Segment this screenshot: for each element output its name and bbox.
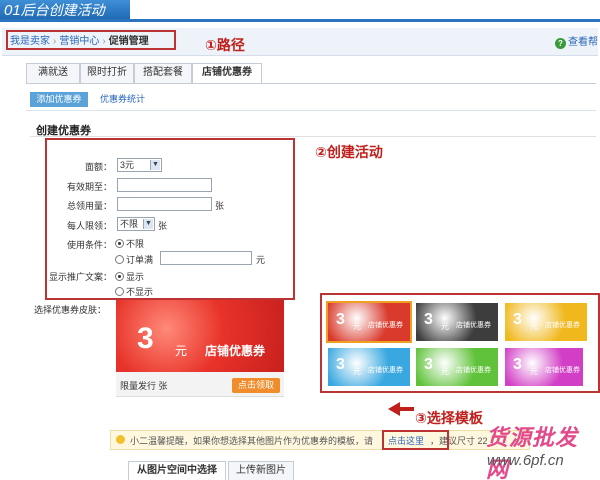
tab-bundle[interactable]: 搭配套餐	[134, 63, 192, 83]
tab-upload-image[interactable]: 上传新图片	[228, 461, 294, 480]
amount-value: 3元	[120, 160, 135, 170]
coupon-preview-caption: 店铺优惠券	[205, 344, 266, 358]
chevron-down-icon: ▼	[150, 160, 160, 170]
skin-thumbnail[interactable]: 3 元店铺优惠券	[505, 348, 583, 386]
skin-thumbnail-unit: 元	[530, 367, 538, 376]
skin-thumbnail-unit: 元	[441, 322, 449, 331]
arrow-shaft	[398, 407, 414, 411]
skin-thumbnail-caption: 店铺优惠券	[456, 322, 491, 329]
annotation-create: ②创建活动	[315, 144, 383, 160]
annotation-box-path	[6, 30, 176, 50]
tab-full-gift[interactable]: 满就送	[26, 63, 80, 83]
annotation-box-tip	[382, 430, 449, 450]
amount-label: 面额：	[84, 162, 112, 172]
skin-thumbnail[interactable]: 3 元店铺优惠券	[416, 303, 498, 341]
skin-thumbnail-caption: 店铺优惠券	[368, 367, 403, 374]
skin-thumbnail-caption: 店铺优惠券	[545, 367, 580, 374]
per-person-label: 每人限领：	[66, 221, 112, 231]
tab-image-space[interactable]: 从图片空间中选择	[128, 461, 226, 480]
skin-thumbnail-unit: 元	[353, 322, 361, 331]
help-label: 查看帮	[568, 37, 598, 48]
expiry-input[interactable]	[117, 178, 212, 192]
skin-thumbnail[interactable]: 3 元店铺优惠券	[328, 348, 410, 386]
watermark-title: 货源批发网	[486, 425, 579, 480]
skin-thumbnail-unit: 元	[530, 322, 538, 331]
watermark-url: www.6pf.cn	[487, 452, 564, 469]
expiry-label: 有效期至：	[66, 182, 112, 192]
coupon-preview-unit: 元	[175, 344, 188, 358]
skin-thumbnail-number: 3	[513, 311, 522, 328]
skin-thumbnail-caption: 店铺优惠券	[545, 322, 580, 329]
page-banner: 01后台创建活动	[0, 0, 130, 20]
skin-thumbnail-caption: 店铺优惠券	[456, 367, 491, 374]
total-label: 总领用量：	[66, 201, 112, 211]
per-person-value: 不限	[120, 219, 139, 229]
tab-divider	[26, 83, 596, 84]
skin-thumbnail-caption: 店铺优惠券	[368, 322, 403, 329]
skin-thumbnail-unit: 元	[441, 367, 449, 376]
lightbulb-icon	[116, 435, 125, 444]
condition-option-min-order-label: 订单满	[126, 255, 154, 265]
claim-button[interactable]: 点击领取	[232, 378, 280, 393]
skin-thumbnail-number: 3	[424, 356, 433, 373]
coupon-preview-number: 3	[137, 322, 154, 355]
subtab-coupon-stats[interactable]: 优惠券统计	[100, 92, 145, 107]
skin-thumbnail[interactable]: 3 元店铺优惠券	[505, 303, 587, 341]
promo-option-show-label: 显示	[126, 272, 145, 282]
promo-option-hide-label: 不显示	[126, 287, 154, 297]
per-person-unit: 张	[158, 221, 168, 231]
skin-thumbnail-number: 3	[424, 311, 433, 328]
total-input[interactable]	[117, 197, 212, 211]
skin-label: 选择优惠券皮肤：	[34, 305, 107, 315]
subtab-divider	[26, 110, 596, 111]
condition-option-unlimited-label: 不限	[126, 239, 145, 249]
min-order-input[interactable]	[160, 251, 252, 265]
coupon-limit-text: 限量发行 张	[120, 381, 168, 391]
help-icon: ?	[555, 38, 566, 49]
condition-option-min-order[interactable]: 订单满	[115, 253, 153, 266]
banner-number: 01	[4, 2, 21, 19]
skin-thumbnail[interactable]: 3 元店铺优惠券	[416, 348, 498, 386]
skin-thumbnail-number: 3	[336, 356, 345, 373]
total-unit: 张	[215, 201, 225, 211]
skin-thumbnail-number: 3	[513, 356, 522, 373]
subtab-add-coupon[interactable]: 添加优惠券	[30, 92, 88, 107]
condition-label: 使用条件：	[66, 240, 112, 250]
radio-icon	[115, 287, 124, 296]
help-link[interactable]: ? 查看帮	[555, 33, 598, 49]
amount-select[interactable]: 3元 ▼	[117, 158, 162, 172]
per-person-select[interactable]: 不限 ▼	[117, 217, 155, 231]
radio-icon	[115, 255, 124, 264]
annotation-template: ③选择模板	[415, 410, 483, 426]
tab-store-coupon[interactable]: 店铺优惠券	[192, 63, 262, 84]
skin-thumbnail-unit: 元	[353, 367, 361, 376]
skin-thumbnail[interactable]: 3 元店铺优惠券	[326, 301, 412, 343]
chevron-down-icon: ▼	[143, 219, 153, 229]
condition-option-unlimited[interactable]: 不限	[115, 237, 144, 250]
condition-unit: 元	[256, 255, 266, 265]
radio-selected-icon	[115, 272, 124, 281]
tab-flash-discount[interactable]: 限时打折	[80, 63, 134, 83]
promo-option-show[interactable]: 显示	[115, 270, 144, 283]
skin-thumbnail-number: 3	[336, 311, 345, 328]
promo-option-hide[interactable]: 不显示	[115, 285, 153, 298]
section-divider	[30, 136, 596, 137]
banner-title: 后台创建活动	[20, 2, 105, 18]
header-divider	[0, 19, 600, 22]
radio-selected-icon	[115, 239, 124, 248]
tip-text: 小二温馨提醒，如果你想选择其他图片作为优惠券的模板，请	[130, 436, 374, 446]
promo-label: 显示推广文案：	[48, 272, 112, 282]
annotation-path: ①路径	[205, 37, 245, 53]
